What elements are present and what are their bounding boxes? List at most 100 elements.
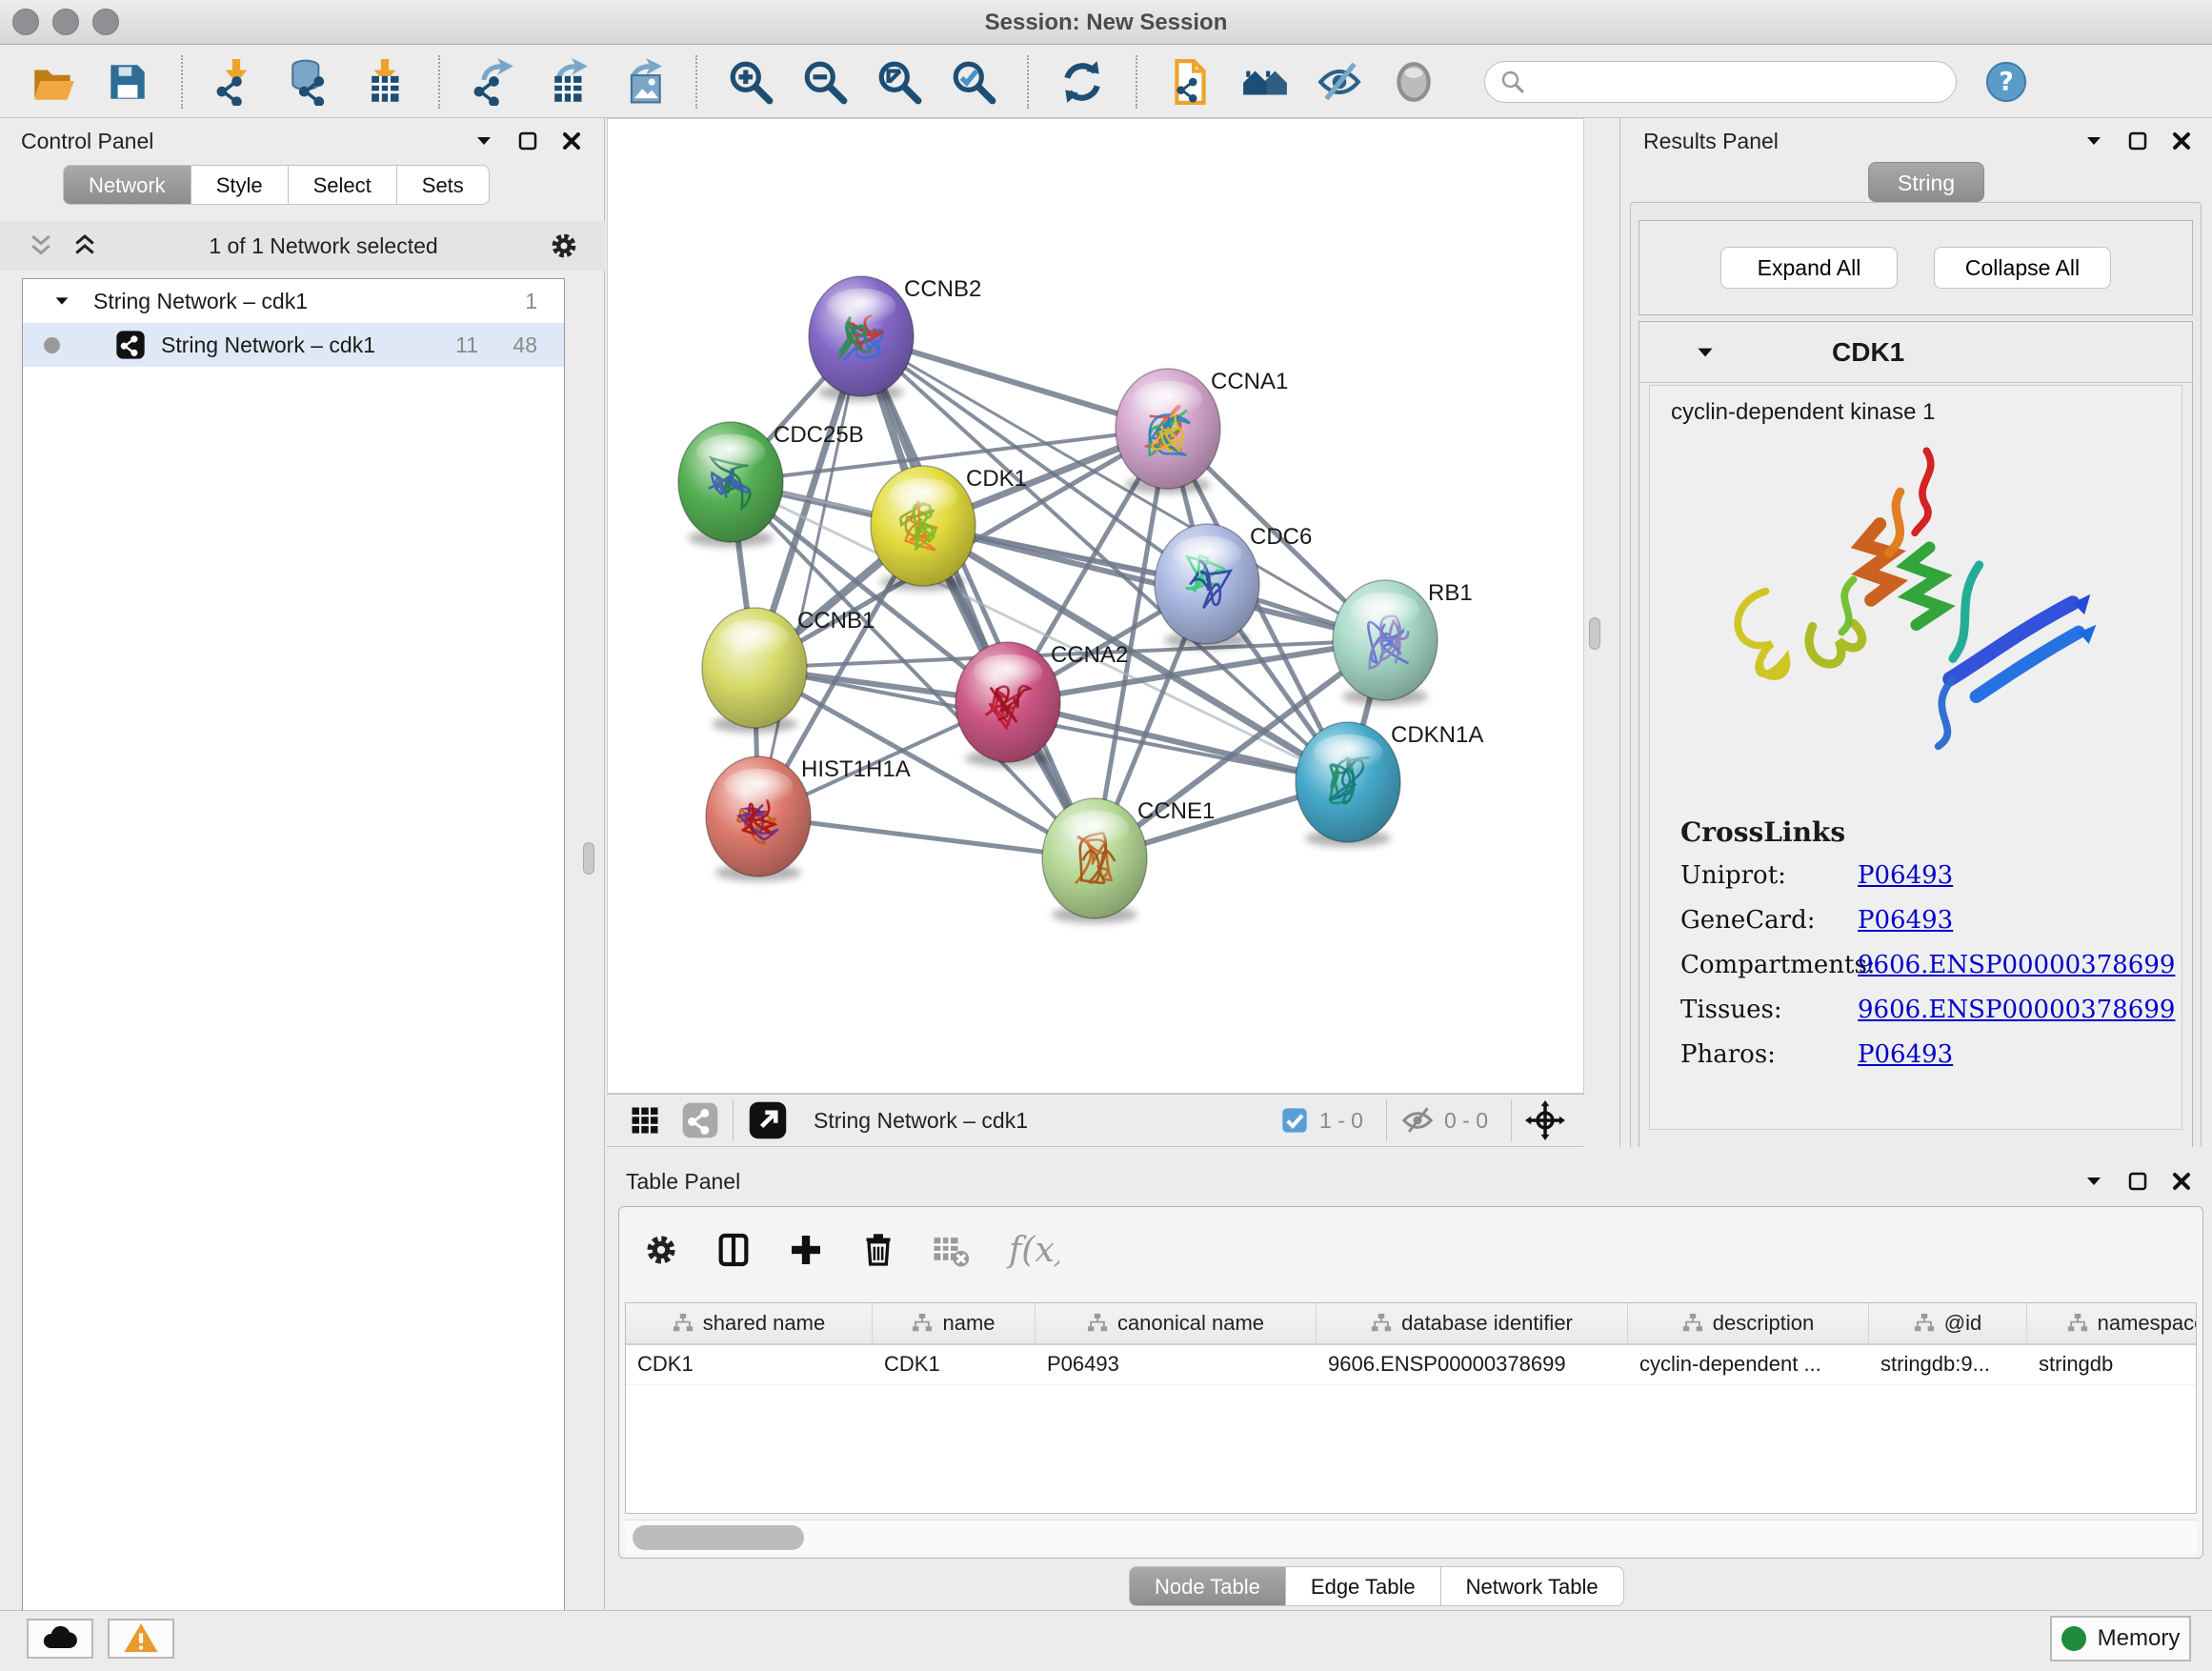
crosslink-link[interactable]: P06493: [1858, 906, 1953, 935]
crosslink-label: GeneCard:: [1680, 906, 1858, 935]
export-network-icon[interactable]: [469, 57, 518, 107]
fx-icon[interactable]: f(x): [1004, 1222, 1059, 1278]
crosslink-row: Tissues: 9606.ENSP00000378699: [1680, 996, 2175, 1024]
network-row-selected[interactable]: String Network – cdk1 11 48: [23, 323, 564, 367]
float-panel-icon[interactable]: [473, 130, 495, 152]
gene-entry-card: CDK1 cyclin-dependent kinase 1 CrossLink…: [1639, 321, 2193, 1178]
tab-style[interactable]: Style: [191, 165, 289, 205]
entry-expander-icon[interactable]: [1693, 340, 1718, 365]
trash-icon[interactable]: [859, 1231, 897, 1269]
tree-expander-icon[interactable]: [51, 291, 72, 312]
save-session-icon[interactable]: [103, 57, 152, 107]
control-panel-title: Control Panel: [21, 129, 153, 154]
annotations-icon[interactable]: [1166, 57, 1216, 107]
search-input[interactable]: [1527, 69, 1942, 95]
table-panel-title: Table Panel: [626, 1169, 740, 1195]
crosslink-link[interactable]: 9606.ENSP00000378699: [1858, 951, 2175, 979]
left-splitter-handle[interactable]: [583, 842, 594, 875]
network-node-RB1[interactable]: RB1: [1333, 580, 1473, 705]
tab-node-table[interactable]: Node Table: [1129, 1566, 1286, 1606]
float-panel-icon[interactable]: [2082, 1170, 2105, 1193]
column-header-namespace[interactable]: namespace: [2027, 1303, 2197, 1343]
import-database-icon[interactable]: [286, 57, 335, 107]
export-image-icon[interactable]: [617, 57, 667, 107]
gene-entry-header[interactable]: CDK1: [1639, 322, 2192, 383]
maximize-panel-icon[interactable]: [516, 130, 539, 152]
selected-checkbox-icon[interactable]: [1279, 1105, 1310, 1136]
column-header-databaseidentifier[interactable]: database identifier: [1317, 1303, 1628, 1343]
crosslink-link[interactable]: P06493: [1858, 861, 1953, 890]
table-delete-icon[interactable]: [932, 1231, 970, 1269]
network-canvas[interactable]: CCNB2 CCNA1 CDC25B CDK1 CDC6: [608, 119, 1583, 1093]
network-node-CDC6[interactable]: CDC6: [1155, 524, 1312, 649]
string-home-icon[interactable]: [1240, 57, 1290, 107]
tab-edge-table[interactable]: Edge Table: [1286, 1566, 1441, 1606]
close-panel-icon[interactable]: [2170, 130, 2193, 152]
crosslink-link[interactable]: 9606.ENSP00000378699: [1858, 996, 2175, 1024]
network-node-CCNE1[interactable]: CCNE1: [1042, 798, 1215, 923]
collapse-all-button[interactable]: Collapse All: [1934, 247, 2111, 289]
column-header-canonicalname[interactable]: canonical name: [1036, 1303, 1317, 1343]
node-label: CDKN1A: [1391, 722, 1483, 748]
expand-all-button[interactable]: Expand All: [1720, 247, 1898, 289]
crosslink-label: Uniprot:: [1680, 861, 1858, 890]
view-network-icon[interactable]: [681, 1101, 719, 1139]
network-node-HIST1H1A[interactable]: HIST1H1A: [706, 756, 911, 881]
warnings-button[interactable]: [108, 1619, 174, 1659]
memory-button[interactable]: Memory: [2050, 1616, 2191, 1661]
import-network-icon[interactable]: [211, 57, 261, 107]
network-canvas-container: CCNB2 CCNA1 CDC25B CDK1 CDC6: [607, 118, 1584, 1094]
help-icon[interactable]: ?: [1981, 57, 2031, 107]
network-options-gear-icon[interactable]: [548, 230, 580, 262]
network-node-CDC25B[interactable]: CDC25B: [678, 422, 864, 547]
table-row[interactable]: CDK1CDK1P064939606.ENSP00000378699cyclin…: [626, 1345, 2196, 1385]
node-label: RB1: [1428, 580, 1473, 606]
scrollbar-thumb[interactable]: [633, 1525, 804, 1550]
right-splitter-handle[interactable]: [1589, 617, 1600, 650]
zoom-in-icon[interactable]: [726, 57, 775, 107]
tab-network-table[interactable]: Network Table: [1441, 1566, 1624, 1606]
column-header-sharedname[interactable]: shared name: [626, 1303, 873, 1343]
zoom-fit-icon[interactable]: [875, 57, 924, 107]
network-node-CCNB2[interactable]: CCNB2: [809, 276, 981, 401]
import-table-icon[interactable]: [360, 57, 410, 107]
cloud-status-button[interactable]: [27, 1619, 93, 1659]
collapse-all-chevron-icon[interactable]: [27, 232, 55, 260]
zoom-selected-icon[interactable]: [949, 57, 998, 107]
refresh-layout-icon[interactable]: [1057, 57, 1107, 107]
plus-icon[interactable]: [787, 1231, 825, 1269]
gear-icon[interactable]: [642, 1231, 680, 1269]
show-all-icon[interactable]: [1389, 57, 1438, 107]
network-node-CCNA1[interactable]: CCNA1: [1116, 369, 1288, 493]
tab-sets[interactable]: Sets: [397, 165, 490, 205]
column-header-id[interactable]: @id: [1869, 1303, 2027, 1343]
main-toolbar: ?: [0, 46, 2212, 118]
tab-network[interactable]: Network: [63, 165, 191, 205]
open-session-icon[interactable]: [29, 57, 78, 107]
expand-all-chevron-icon[interactable]: [70, 232, 99, 260]
columns-icon[interactable]: [714, 1231, 753, 1269]
network-node-CCNA2[interactable]: CCNA2: [955, 642, 1128, 767]
tab-string[interactable]: String: [1868, 162, 1984, 202]
maximize-panel-icon[interactable]: [2126, 1170, 2149, 1193]
network-node-CCNB1[interactable]: CCNB1: [702, 608, 875, 733]
view-grid-icon[interactable]: [628, 1103, 662, 1137]
network-node-CDKN1A[interactable]: CDKN1A: [1296, 722, 1483, 847]
crosslink-link[interactable]: P06493: [1858, 1040, 1953, 1069]
detach-view-icon[interactable]: [747, 1099, 789, 1141]
close-panel-icon[interactable]: [2170, 1170, 2193, 1193]
node-label: CCNA1: [1211, 369, 1288, 394]
maximize-panel-icon[interactable]: [2126, 130, 2149, 152]
column-header-description[interactable]: description: [1628, 1303, 1869, 1343]
export-table-icon[interactable]: [543, 57, 593, 107]
column-type-icon: [1371, 1313, 1392, 1334]
hide-selected-icon[interactable]: [1315, 57, 1364, 107]
zoom-out-icon[interactable]: [800, 57, 850, 107]
float-panel-icon[interactable]: [2082, 130, 2105, 152]
hidden-eye-icon[interactable]: [1400, 1103, 1435, 1137]
fit-content-crosshair-icon[interactable]: [1525, 1100, 1565, 1140]
tab-select[interactable]: Select: [289, 165, 397, 205]
close-panel-icon[interactable]: [560, 130, 583, 152]
network-collection-row[interactable]: String Network – cdk1 1: [23, 279, 564, 323]
column-header-name[interactable]: name: [873, 1303, 1036, 1343]
